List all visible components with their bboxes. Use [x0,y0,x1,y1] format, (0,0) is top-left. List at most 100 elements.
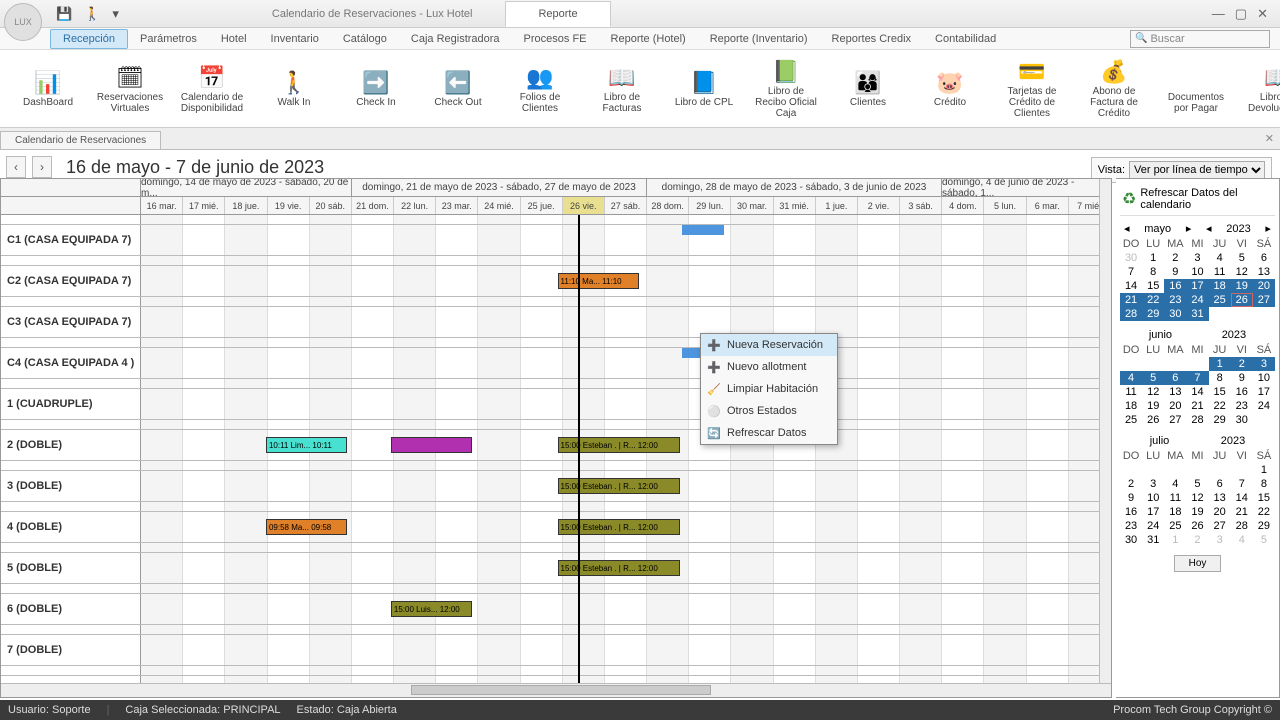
cal-day[interactable]: 12 [1231,265,1253,279]
horizontal-scrollbar[interactable] [1,683,1111,697]
cal-day[interactable]: 13 [1253,265,1275,279]
close-tab-icon[interactable]: ✕ [1265,132,1274,145]
menu-reportehotel[interactable]: Reporte (Hotel) [599,30,698,48]
cal-day[interactable]: 11 [1164,491,1186,505]
ctx-otros-estados[interactable]: ⚪Otros Estados [701,400,837,422]
cal-day[interactable]: 8 [1253,477,1275,491]
cal-day[interactable]: 29 [1209,413,1231,427]
prev-button[interactable]: ‹ [6,156,26,178]
cal-day[interactable]: 5 [1186,477,1208,491]
cal-day[interactable]: 10 [1186,265,1208,279]
cal-day[interactable]: 24 [1186,293,1208,307]
room-row[interactable]: 3 (DOBLE)15:00 Esteban . | R... 12:00 [1,471,1111,502]
day-header[interactable]: 21 dom. [352,197,394,214]
tool-libro-de-cpl[interactable]: 📘Libro de CPL [664,67,744,110]
cal-day[interactable]: 18 [1209,279,1231,293]
cal-day[interactable]: 18 [1120,399,1142,413]
day-header[interactable]: 27 sáb. [605,197,647,214]
reservation-block[interactable]: 11:10 Ma... 11:10 [558,273,639,289]
cal-day[interactable]: 21 [1231,505,1253,519]
cal-day[interactable]: 26 [1231,293,1253,307]
day-header[interactable]: 4 dom. [942,197,984,214]
cal-day[interactable]: 27 [1164,413,1186,427]
reservation-block[interactable]: 09:58 Ma... 09:58 [266,519,347,535]
menu-recepcin[interactable]: Recepción [50,29,128,49]
cal-day[interactable]: 15 [1253,491,1275,505]
day-header[interactable]: 28 dom. [647,197,689,214]
save-icon[interactable]: 💾 [56,6,72,22]
vista-select[interactable]: Ver por línea de tiempo [1129,161,1265,179]
menu-contabilidad[interactable]: Contabilidad [923,30,1008,48]
cal-day[interactable]: 9 [1231,371,1253,385]
reservation-block[interactable] [391,437,472,453]
cal-day[interactable]: 12 [1142,385,1164,399]
cal-day[interactable]: 4 [1164,477,1186,491]
cal-day[interactable]: 5 [1142,371,1164,385]
cal-day[interactable]: 9 [1164,265,1186,279]
day-header[interactable]: 23 mar. [436,197,478,214]
cal-day[interactable]: 17 [1142,505,1164,519]
tool-tarjetas-de-cr-dito-de-clientes[interactable]: 💳Tarjetas de Crédito de Clientes [992,56,1072,121]
cal-day[interactable]: 31 [1186,307,1208,321]
cal-day[interactable]: 29 [1253,519,1275,533]
cal-day[interactable]: 25 [1120,413,1142,427]
room-row[interactable]: 6 (DOBLE)15:00 Luis... 12:00 [1,594,1111,625]
cal-day[interactable]: 2 [1164,251,1186,265]
tool-clientes[interactable]: 👨‍👩‍👦Clientes [828,67,908,110]
cal-day[interactable]: 1 [1253,463,1275,477]
cal-prev[interactable]: ◂ [1124,222,1130,235]
reservation-block[interactable]: 15:00 Esteban . | R... 12:00 [558,519,681,535]
day-header[interactable]: 1 jue. [816,197,858,214]
cal-day[interactable]: 30 [1120,533,1142,547]
room-row[interactable]: 2 (DOBLE)10:11 Lim... 10:1115:00 Esteban… [1,430,1111,461]
tool-cr-dito[interactable]: 🐷Crédito [910,67,990,110]
cal-day[interactable]: 23 [1120,519,1142,533]
cal-day[interactable]: 7 [1186,371,1208,385]
day-header[interactable]: 29 lun. [689,197,731,214]
cal-day[interactable]: 13 [1209,491,1231,505]
cal-day[interactable]: 7 [1231,477,1253,491]
cal-day[interactable]: 11 [1120,385,1142,399]
cal-day[interactable]: 22 [1253,505,1275,519]
tool-walk-in[interactable]: 🚶Walk In [254,67,334,110]
cal-day[interactable]: 6 [1253,251,1275,265]
cal-day[interactable]: 17 [1253,385,1275,399]
tool-libro-de-facturas[interactable]: 📖Libro de Facturas [582,62,662,116]
cal-day[interactable]: 6 [1164,371,1186,385]
cal-day[interactable]: 16 [1231,385,1253,399]
room-row[interactable]: C2 (CASA EQUIPADA 7)11:10 Ma... 11:10 [1,266,1111,297]
menu-reportescredix[interactable]: Reportes Credix [820,30,923,48]
cal-day[interactable]: 31 [1142,533,1164,547]
minimize-icon[interactable]: — [1212,6,1225,22]
cal-day[interactable]: 15 [1142,279,1164,293]
cal-day[interactable]: 21 [1120,293,1142,307]
room-row[interactable]: C4 (CASA EQUIPADA 4 ) [1,348,1111,379]
day-header[interactable]: 24 mié. [478,197,520,214]
day-header[interactable]: 5 lun. [984,197,1026,214]
tool-calendario-de-disponibilidad[interactable]: 📅Calendario de Disponibilidad [172,62,252,116]
day-header[interactable]: 3 sáb. [900,197,942,214]
window-tab-main[interactable]: Calendario de Reservaciones - Lux Hotel [239,1,506,27]
menu-inventario[interactable]: Inventario [259,30,331,48]
tool-libro-de-recibo-oficial-caja[interactable]: 📗Libro de Recibo Oficial Caja [746,56,826,121]
day-header[interactable]: 25 jue. [521,197,563,214]
cal-day[interactable]: 22 [1142,293,1164,307]
cal-day[interactable]: 14 [1231,491,1253,505]
room-row[interactable]: 8 (DOBLE)15:00 Luis . | Cuent... 12:00 [1,676,1111,683]
reservation-block[interactable]: 15:00 Esteban . | R... 12:00 [558,437,681,453]
next-button[interactable]: › [32,156,52,178]
ctx-limpiar-habitaci-n[interactable]: 🧹Limpiar Habitación [701,378,837,400]
cal-day[interactable]: 1 [1209,357,1231,371]
cal-day[interactable]: 14 [1120,279,1142,293]
tool-folios-de-clientes[interactable]: 👥Folios de Clientes [500,62,580,116]
cal-day[interactable]: 4 [1209,251,1231,265]
cal-day[interactable]: 2 [1120,477,1142,491]
cal-day[interactable]: 12 [1186,491,1208,505]
cal-next[interactable]: ▸ [1186,222,1192,235]
cal-day[interactable]: 25 [1209,293,1231,307]
tool-reservaciones-virtuales[interactable]: 🗓Reservaciones Virtuales [90,62,170,116]
cal-day[interactable]: 1 [1142,251,1164,265]
room-row[interactable]: 7 (DOBLE) [1,635,1111,666]
reservation-block[interactable]: 15:00 Esteban . | R... 12:00 [558,478,681,494]
cal-day[interactable]: 25 [1164,519,1186,533]
